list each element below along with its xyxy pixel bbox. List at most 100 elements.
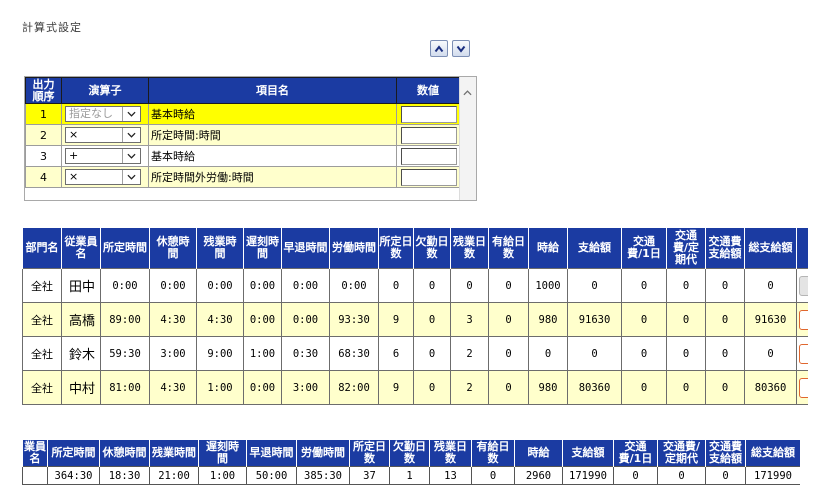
cell-payment-amount: 0 bbox=[567, 268, 622, 303]
chevron-up-icon[interactable] bbox=[463, 90, 472, 96]
formula-row[interactable]: 1 指定なし 基本時給 bbox=[25, 103, 460, 125]
total-overtime-hours: 21:00 bbox=[149, 466, 199, 485]
header-total-payment: 総支給額 bbox=[744, 228, 797, 269]
header-break-hours: 休憩時 間 bbox=[149, 228, 197, 269]
header-transport-payment: 交通費 支給額 bbox=[705, 440, 746, 467]
cell-late-hours: 0:00 bbox=[243, 268, 282, 303]
header-absence-days: 欠勤日 数 bbox=[413, 228, 451, 269]
operator-select[interactable]: 指定なし bbox=[65, 106, 141, 122]
total-hourly-wage: 2960 bbox=[514, 466, 563, 485]
totals-header-row: 業員 名所定時間 休憩時間 残業時間 遅刻時 間早退時間 労働時間 所定日 数欠勤日 数残… bbox=[22, 440, 800, 467]
header-item-name: 項目名 bbox=[148, 77, 397, 104]
row-action-cell bbox=[796, 302, 808, 337]
total-work-hours: 385:30 bbox=[296, 466, 350, 485]
cell-payment-amount: 91630 bbox=[567, 302, 622, 337]
cell-scheduled-hours: 89:00 bbox=[100, 302, 150, 337]
total-transport-commuter-pass: 0 bbox=[657, 466, 706, 485]
header-transport-commuter-pass: 交通 費/定 期代 bbox=[666, 228, 706, 269]
header-scheduled-days: 所定日 数 bbox=[349, 440, 390, 467]
operator-select-value: × bbox=[69, 170, 79, 183]
cell-paid-leave-days: 0 bbox=[488, 268, 529, 303]
row-action-button[interactable] bbox=[799, 275, 808, 296]
output-order-cell: 3 bbox=[25, 145, 62, 167]
employee-row[interactable]: 全社 鈴木 59:30 3:00 9:00 1:00 0:30 68:30 6 0 2 0 0 0 0 0 0 0 bbox=[22, 336, 808, 371]
value-cell bbox=[396, 145, 460, 167]
cell-transport-per-day: 0 bbox=[621, 268, 667, 303]
formula-table: 出力 順序 演算子 項目名 数値 1 指定なし 基本時給 2 × 所定時間:時間 3 + 基本時… bbox=[25, 77, 460, 188]
chevron-down-icon bbox=[127, 132, 136, 138]
cell-transport-commuter-pass: 0 bbox=[666, 302, 706, 337]
cell-overtime-hours: 4:30 bbox=[196, 302, 244, 337]
cell-dept: 全社 bbox=[22, 336, 62, 371]
cell-transport-commuter-pass: 0 bbox=[666, 336, 706, 371]
cell-scheduled-days: 0 bbox=[378, 268, 414, 303]
total-employee-name bbox=[22, 466, 48, 485]
cell-transport-payment: 0 bbox=[705, 268, 745, 303]
cell-early-leave-hours: 3:00 bbox=[281, 370, 330, 405]
move-up-button[interactable] bbox=[430, 40, 448, 57]
cell-overtime-days: 2 bbox=[450, 336, 489, 371]
cell-early-leave-hours: 0:00 bbox=[281, 302, 330, 337]
total-total-payment: 171990 bbox=[745, 466, 800, 485]
cell-absence-days: 0 bbox=[413, 370, 451, 405]
cell-payment-amount: 80360 bbox=[567, 370, 622, 405]
operator-select[interactable]: × bbox=[65, 127, 141, 143]
formula-row[interactable]: 3 + 基本時給 bbox=[25, 145, 460, 167]
cell-scheduled-hours: 59:30 bbox=[100, 336, 150, 371]
chevron-down-icon[interactable] bbox=[122, 170, 140, 184]
cell-paid-leave-days: 0 bbox=[488, 370, 529, 405]
formula-row[interactable]: 2 × 所定時間:時間 bbox=[25, 124, 460, 146]
page-title: 計算式設定 bbox=[22, 21, 82, 34]
header-paid-leave-days: 有給日 数 bbox=[471, 440, 515, 467]
cell-paid-leave-days: 0 bbox=[488, 336, 529, 371]
row-action-button[interactable] bbox=[799, 309, 808, 330]
formula-scrollbar[interactable] bbox=[459, 77, 476, 200]
formula-row[interactable]: 4 × 所定時間外労働:時間 bbox=[25, 166, 460, 188]
header-hourly-wage: 時給 bbox=[528, 228, 568, 269]
chevron-up-icon bbox=[463, 90, 472, 96]
operator-select[interactable]: + bbox=[65, 148, 141, 164]
header-work-hours: 労働時間 bbox=[296, 440, 350, 467]
total-break-hours: 18:30 bbox=[99, 466, 150, 485]
chevron-down-icon[interactable] bbox=[122, 149, 140, 163]
row-action-cell bbox=[796, 370, 808, 405]
cell-scheduled-hours: 81:00 bbox=[100, 370, 150, 405]
totals-table-panel: 業員 名所定時間 休憩時間 残業時間 遅刻時 間早退時間 労働時間 所定日 数欠勤日 数残… bbox=[22, 440, 800, 485]
row-action-button[interactable] bbox=[799, 377, 808, 398]
cell-transport-per-day: 0 bbox=[621, 336, 667, 371]
header-paid-leave-days: 有給日 数 bbox=[488, 228, 529, 269]
row-action-cell bbox=[796, 268, 808, 303]
employee-row[interactable]: 全社 田中 0:00 0:00 0:00 0:00 0:00 0:00 0 0 0 0 1000 0 0 0 0… bbox=[22, 268, 808, 303]
operator-select[interactable]: × bbox=[65, 169, 141, 185]
cell-absence-days: 0 bbox=[413, 268, 451, 303]
output-order-cell: 4 bbox=[25, 166, 62, 188]
cell-absence-days: 0 bbox=[413, 336, 451, 371]
cell-transport-commuter-pass: 0 bbox=[666, 370, 706, 405]
header-employee-name: 業員 名 bbox=[22, 440, 48, 467]
value-input[interactable] bbox=[401, 126, 457, 144]
total-transport-per-day: 0 bbox=[613, 466, 658, 485]
cell-employee-name: 田中 bbox=[61, 268, 101, 303]
value-input[interactable] bbox=[401, 147, 457, 165]
totals-row: 364:30 18:30 21:00 1:00 50:00 385:30 37 1 13 0 296… bbox=[22, 466, 800, 485]
move-down-button[interactable] bbox=[452, 40, 470, 57]
chevron-up-icon bbox=[434, 44, 444, 52]
total-scheduled-days: 37 bbox=[349, 466, 390, 485]
row-action-button[interactable] bbox=[799, 343, 808, 364]
value-cell bbox=[396, 124, 460, 146]
chevron-down-icon[interactable] bbox=[122, 107, 140, 121]
chevron-down-icon[interactable] bbox=[122, 128, 140, 142]
operator-cell: × bbox=[61, 166, 149, 188]
header-dept: 部門名 bbox=[22, 228, 62, 269]
value-input[interactable] bbox=[401, 105, 457, 123]
header-late-hours: 遅刻時 間 bbox=[198, 440, 247, 467]
employee-row[interactable]: 全社 中村 81:00 4:30 1:00 0:00 3:00 82:00 9 0 2 0 980 803… bbox=[22, 370, 808, 405]
cell-late-hours: 1:00 bbox=[243, 336, 282, 371]
formula-table-head: 出力 順序 演算子 項目名 数値 bbox=[25, 77, 460, 104]
total-payment-amount: 171990 bbox=[562, 466, 614, 485]
row-action-cell bbox=[796, 336, 808, 371]
totals-table-head: 業員 名所定時間 休憩時間 残業時間 遅刻時 間早退時間 労働時間 所定日 数欠勤日 数残… bbox=[22, 440, 800, 467]
value-input[interactable] bbox=[401, 168, 457, 186]
item-name-cell: 所定時間:時間 bbox=[148, 124, 397, 146]
employee-row[interactable]: 全社 高橋 89:00 4:30 4:30 0:00 0:00 93:30 9 0 3 0 980 916… bbox=[22, 302, 808, 337]
